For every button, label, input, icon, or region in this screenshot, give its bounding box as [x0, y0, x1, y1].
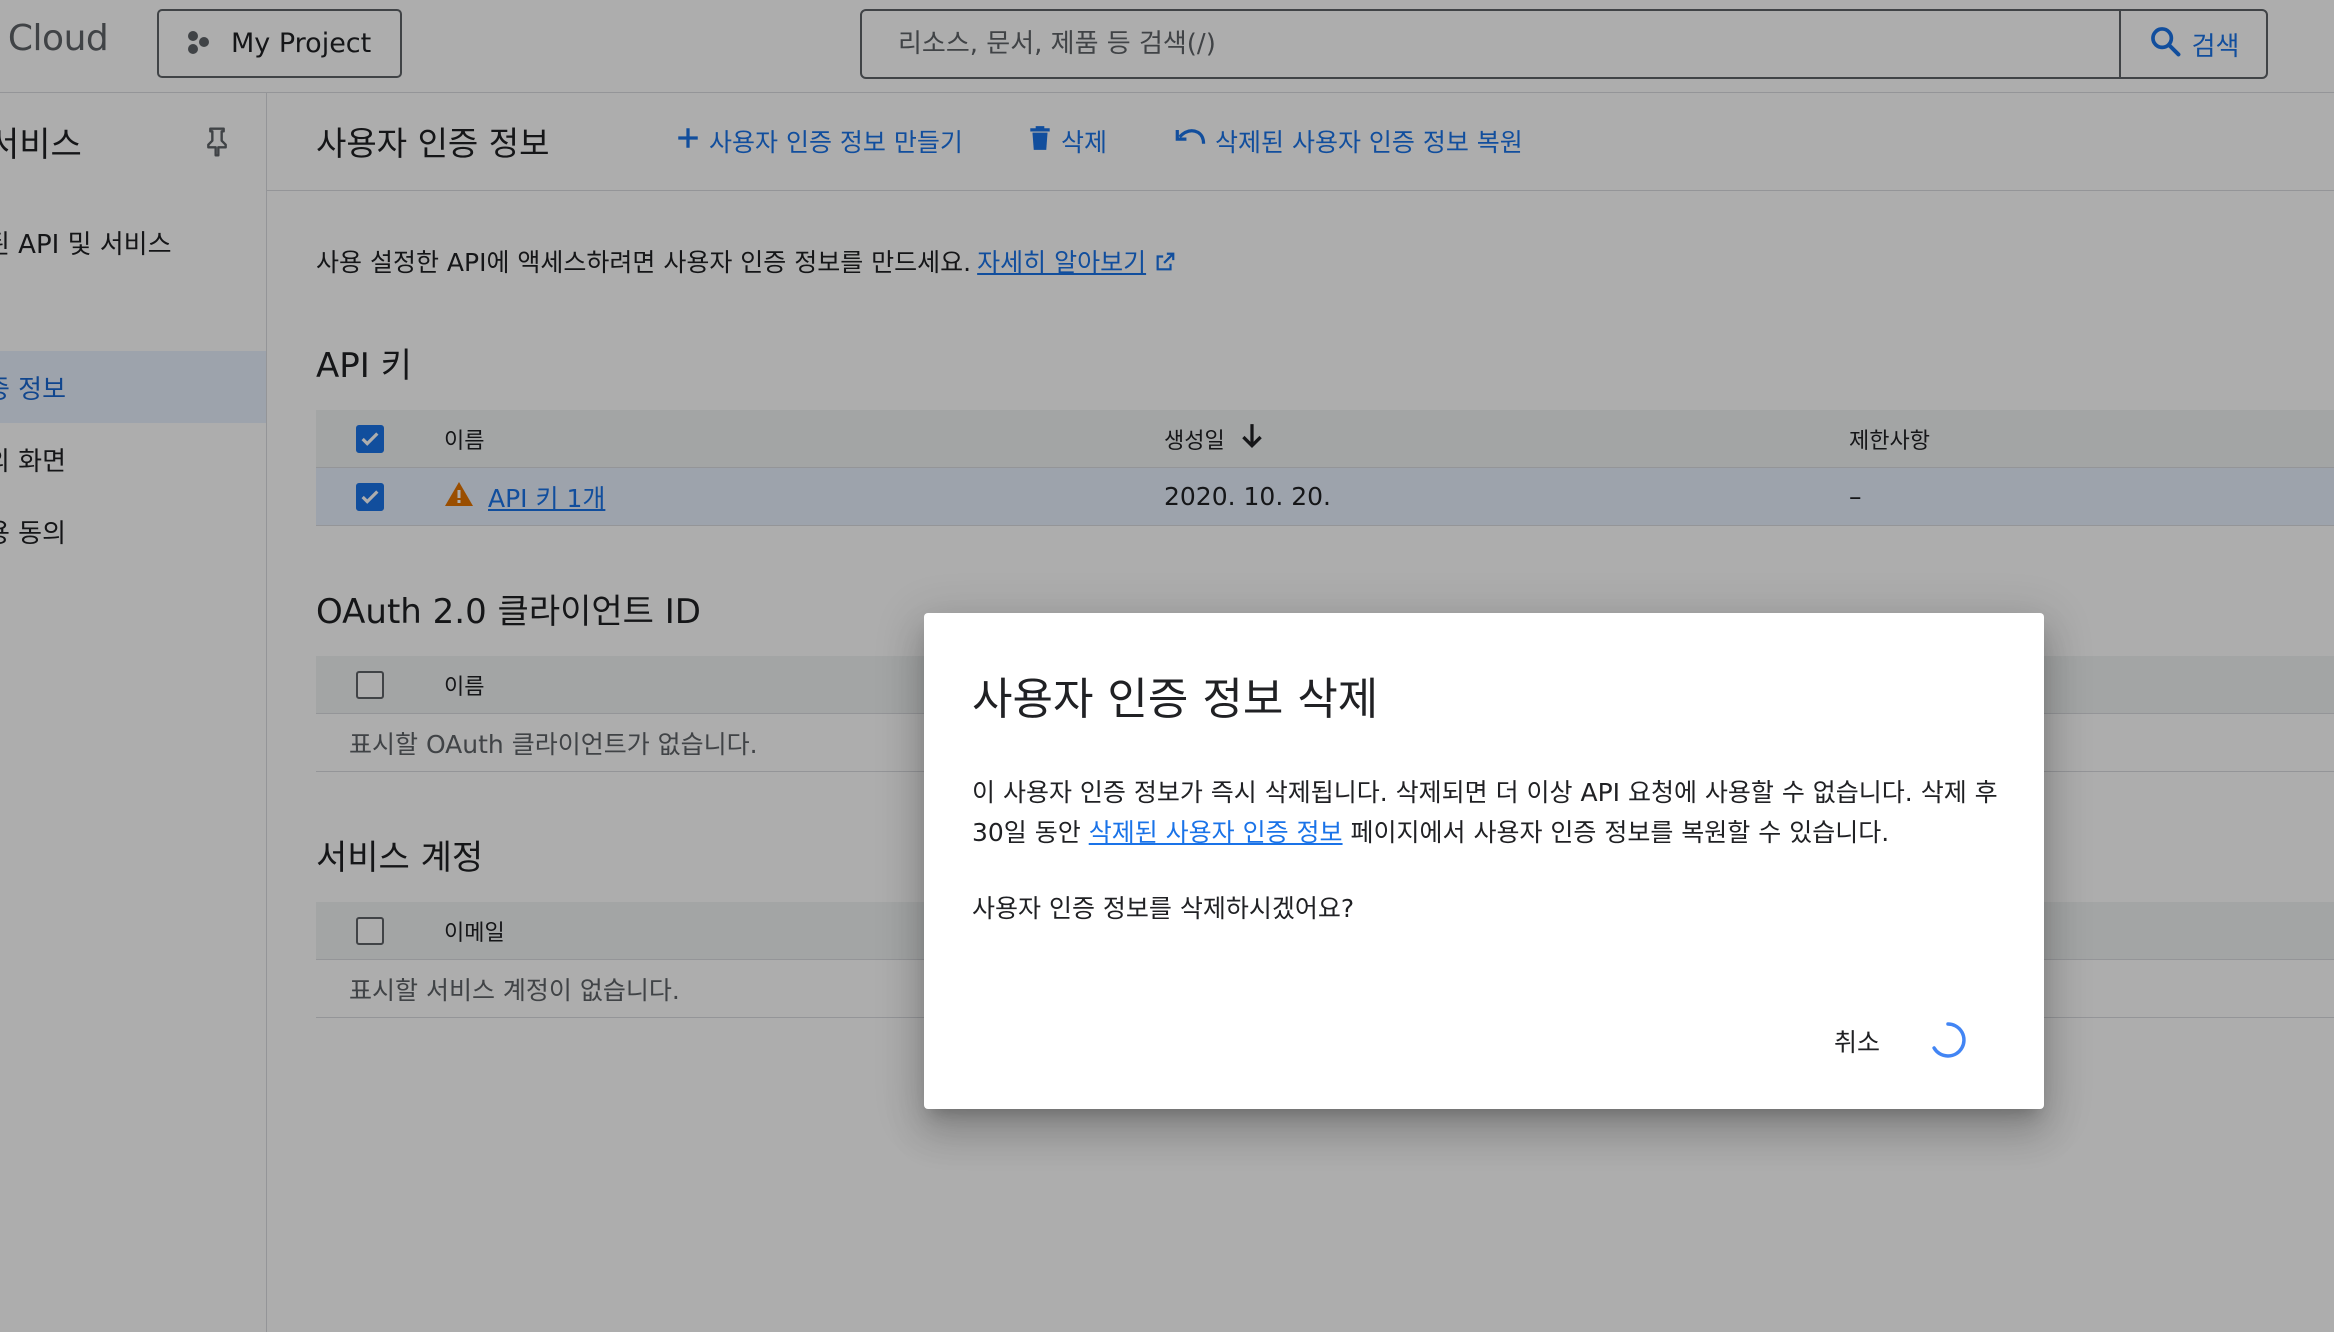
dialog-body-text-end: 페이지에서 사용자 인증 정보를 복원할 수 있습니다.: [1342, 818, 1890, 847]
dialog-question: 사용자 인증 정보를 삭제하시겠어요?: [972, 894, 1355, 923]
dialog-body: 이 사용자 인증 정보가 즉시 삭제됩니다. 삭제되면 더 이상 API 요청에…: [972, 773, 2002, 853]
spinner-icon: [1928, 1020, 1968, 1064]
deleted-credentials-link[interactable]: 삭제된 사용자 인증 정보: [1089, 818, 1343, 847]
delete-credentials-dialog: 사용자 인증 정보 삭제 이 사용자 인증 정보가 즉시 삭제됩니다. 삭제되면…: [924, 613, 2044, 1109]
cancel-button[interactable]: 취소: [1834, 1023, 1880, 1059]
dialog-title: 사용자 인증 정보 삭제: [972, 674, 1379, 725]
